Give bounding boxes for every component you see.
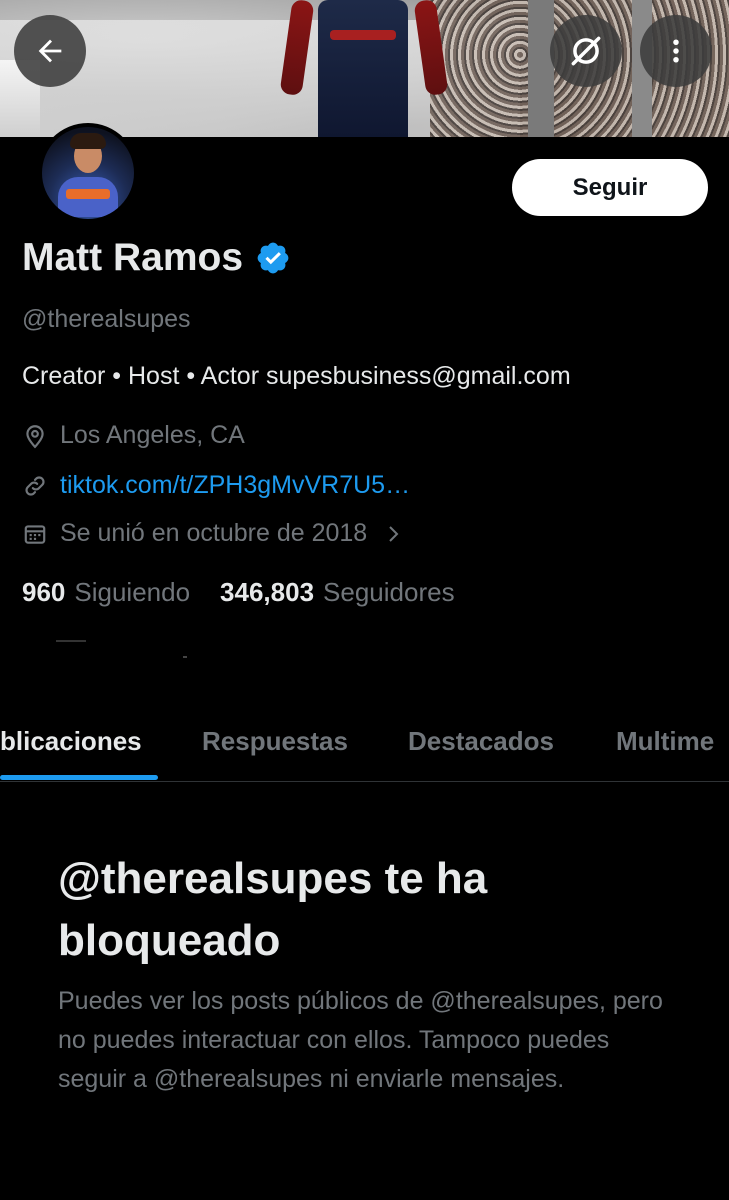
location-row: Los Angeles, CA (22, 421, 245, 450)
grok-icon (571, 36, 601, 66)
followers-label: Seguidores (323, 577, 455, 607)
profile-bio: Creator • Host • Actor supesbusiness@gma… (22, 362, 571, 390)
back-button[interactable] (14, 15, 86, 87)
location-text: Los Angeles, CA (60, 421, 245, 449)
tab-respuestas[interactable]: Respuestas (202, 726, 348, 757)
calendar-icon (24, 524, 46, 544)
following-count: 960 (22, 577, 66, 607)
profile-tabs: blicaciones Respuestas Destacados Multim… (0, 700, 729, 782)
profile-banner[interactable] (0, 0, 729, 137)
website-link[interactable]: tiktok.com/t/ZPH3gMvVR7U5… (60, 471, 410, 500)
followers-count: 346,803 (220, 577, 315, 607)
joined-row[interactable]: Se unió en octubre de 2018 (22, 519, 417, 548)
more-options-button[interactable] (640, 15, 712, 87)
avatar[interactable] (38, 123, 138, 223)
followers-link[interactable]: 346,803 Seguidores (220, 577, 455, 608)
followed-by-row (56, 640, 187, 658)
chevron-right-icon (389, 525, 399, 542)
blocked-description: Puedes ver los posts públicos de @therea… (58, 987, 663, 1093)
following-label: Siguiendo (74, 577, 191, 607)
following-link[interactable]: 960 Siguiendo (22, 577, 190, 608)
tab-publicaciones[interactable]: blicaciones (0, 726, 142, 757)
profile-name: Matt Ramos (22, 236, 244, 279)
link-icon (25, 475, 45, 496)
joined-text: Se unió en octubre de 2018 (60, 519, 368, 547)
tab-destacados[interactable]: Destacados (408, 726, 554, 757)
more-vertical-icon (673, 39, 679, 63)
follow-stats: 960 Siguiendo 346,803 Seguidores (22, 577, 455, 608)
profile-handle: @therealsupes (22, 305, 191, 333)
verified-badge-icon[interactable] (255, 240, 291, 276)
website-row[interactable]: tiktok.com/t/ZPH3gMvVR7U5… (22, 471, 410, 500)
arrow-left-icon (38, 39, 62, 63)
active-tab-indicator (0, 775, 158, 780)
follow-button[interactable]: Seguir (512, 159, 708, 216)
blocked-title: @therealsupes te ha bloqueado (58, 854, 488, 965)
location-pin-icon (26, 424, 44, 448)
tab-multimedia[interactable]: Multime (616, 726, 714, 757)
profile-name-row: Matt Ramos (22, 236, 291, 280)
grok-button[interactable] (550, 15, 622, 87)
